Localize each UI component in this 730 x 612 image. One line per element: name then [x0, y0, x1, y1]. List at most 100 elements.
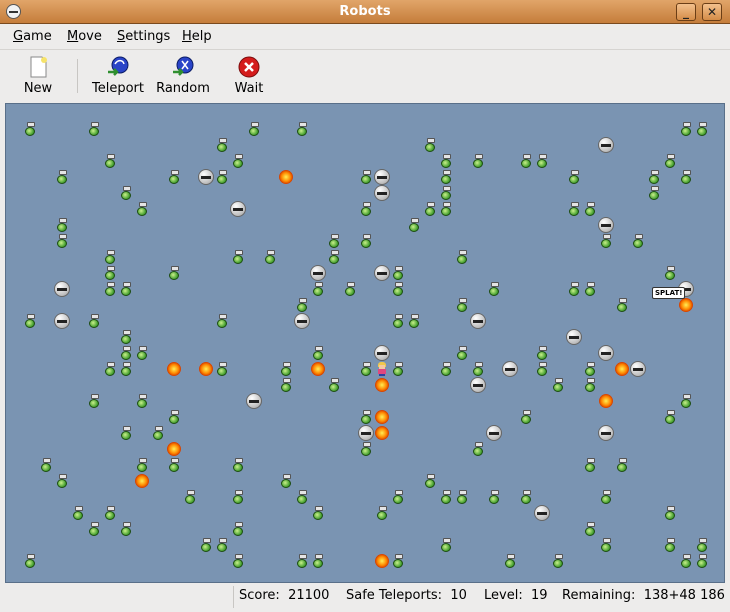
super-robot: [54, 313, 70, 329]
super-robot: [566, 329, 582, 345]
robot: [136, 394, 148, 408]
robot: [440, 362, 452, 376]
level-value: 19: [530, 588, 548, 603]
super-robot: [198, 169, 214, 185]
menu-move[interactable]: Move: [67, 29, 102, 44]
game-board[interactable]: SPLAT!: [5, 103, 725, 583]
super-robot: [598, 137, 614, 153]
robot: [360, 410, 372, 424]
robot: [312, 346, 324, 360]
super-robot: [470, 377, 486, 393]
robot: [680, 170, 692, 184]
robot: [184, 490, 196, 504]
robot: [696, 554, 708, 568]
robot: [648, 186, 660, 200]
robot: [696, 122, 708, 136]
score-status: Score: 21100: [239, 588, 330, 603]
robot: [520, 490, 532, 504]
robot: [648, 170, 660, 184]
menu-help[interactable]: Help: [182, 29, 212, 44]
robot: [56, 234, 68, 248]
robot: [296, 490, 308, 504]
robot: [488, 282, 500, 296]
robot: [440, 538, 452, 552]
super-robot: [374, 185, 390, 201]
menu-settings[interactable]: Settings: [117, 29, 170, 44]
robot: [472, 154, 484, 168]
robot: [40, 458, 52, 472]
robot: [136, 346, 148, 360]
junk-heap: [375, 410, 389, 424]
junk-heap: [167, 362, 181, 376]
score-value: 21100: [288, 588, 330, 603]
robot: [136, 458, 148, 472]
robot: [104, 266, 116, 280]
wait-label: Wait: [234, 81, 264, 96]
robot: [440, 154, 452, 168]
robot: [408, 218, 420, 232]
robot: [536, 362, 548, 376]
new-button[interactable]: New: [22, 56, 54, 96]
teleport-button[interactable]: Teleport: [90, 56, 146, 96]
wait-button[interactable]: Wait: [233, 56, 265, 96]
robot: [120, 362, 132, 376]
random-button[interactable]: Random: [155, 56, 211, 96]
robot: [440, 490, 452, 504]
robot: [456, 346, 468, 360]
toolbar: New Teleport Random Wait: [0, 49, 730, 102]
robot: [104, 362, 116, 376]
robot: [488, 490, 500, 504]
robot: [680, 122, 692, 136]
robot: [456, 490, 468, 504]
robot: [472, 442, 484, 456]
super-robot: [374, 265, 390, 281]
robot: [392, 490, 404, 504]
robot: [584, 522, 596, 536]
robot: [360, 442, 372, 456]
robot: [328, 378, 340, 392]
teleport-label: Teleport: [92, 81, 144, 96]
minimize-button[interactable]: _: [676, 3, 696, 21]
robot: [616, 458, 628, 472]
robot: [680, 394, 692, 408]
robot: [280, 378, 292, 392]
robot: [600, 538, 612, 552]
super-robot: [598, 217, 614, 233]
robot: [280, 362, 292, 376]
robot: [632, 234, 644, 248]
robot: [392, 554, 404, 568]
robot: [584, 378, 596, 392]
junk-heap: [615, 362, 629, 376]
robot: [120, 330, 132, 344]
robot: [232, 554, 244, 568]
robot: [360, 362, 372, 376]
robot: [56, 474, 68, 488]
robot: [104, 250, 116, 264]
robot: [264, 250, 276, 264]
robot: [504, 554, 516, 568]
robot: [360, 170, 372, 184]
robot: [136, 202, 148, 216]
robot: [104, 282, 116, 296]
robot: [424, 474, 436, 488]
super-robot: [598, 345, 614, 361]
robot: [440, 186, 452, 200]
robot: [360, 234, 372, 248]
super-robot: [486, 425, 502, 441]
super-robot: [502, 361, 518, 377]
robot: [392, 362, 404, 376]
super-robot: [54, 281, 70, 297]
robot: [216, 138, 228, 152]
junk-heap: [375, 426, 389, 440]
robot: [248, 122, 260, 136]
level-status: Level: 19: [484, 588, 548, 603]
robot: [216, 362, 228, 376]
remaining-value: 138+48 186: [643, 588, 725, 603]
robot: [536, 154, 548, 168]
super-robot: [294, 313, 310, 329]
close-button[interactable]: ✕: [702, 3, 722, 21]
junk-heap: [599, 394, 613, 408]
menu-game[interactable]: Game: [13, 29, 52, 44]
junk-heap: [167, 442, 181, 456]
robot: [120, 346, 132, 360]
